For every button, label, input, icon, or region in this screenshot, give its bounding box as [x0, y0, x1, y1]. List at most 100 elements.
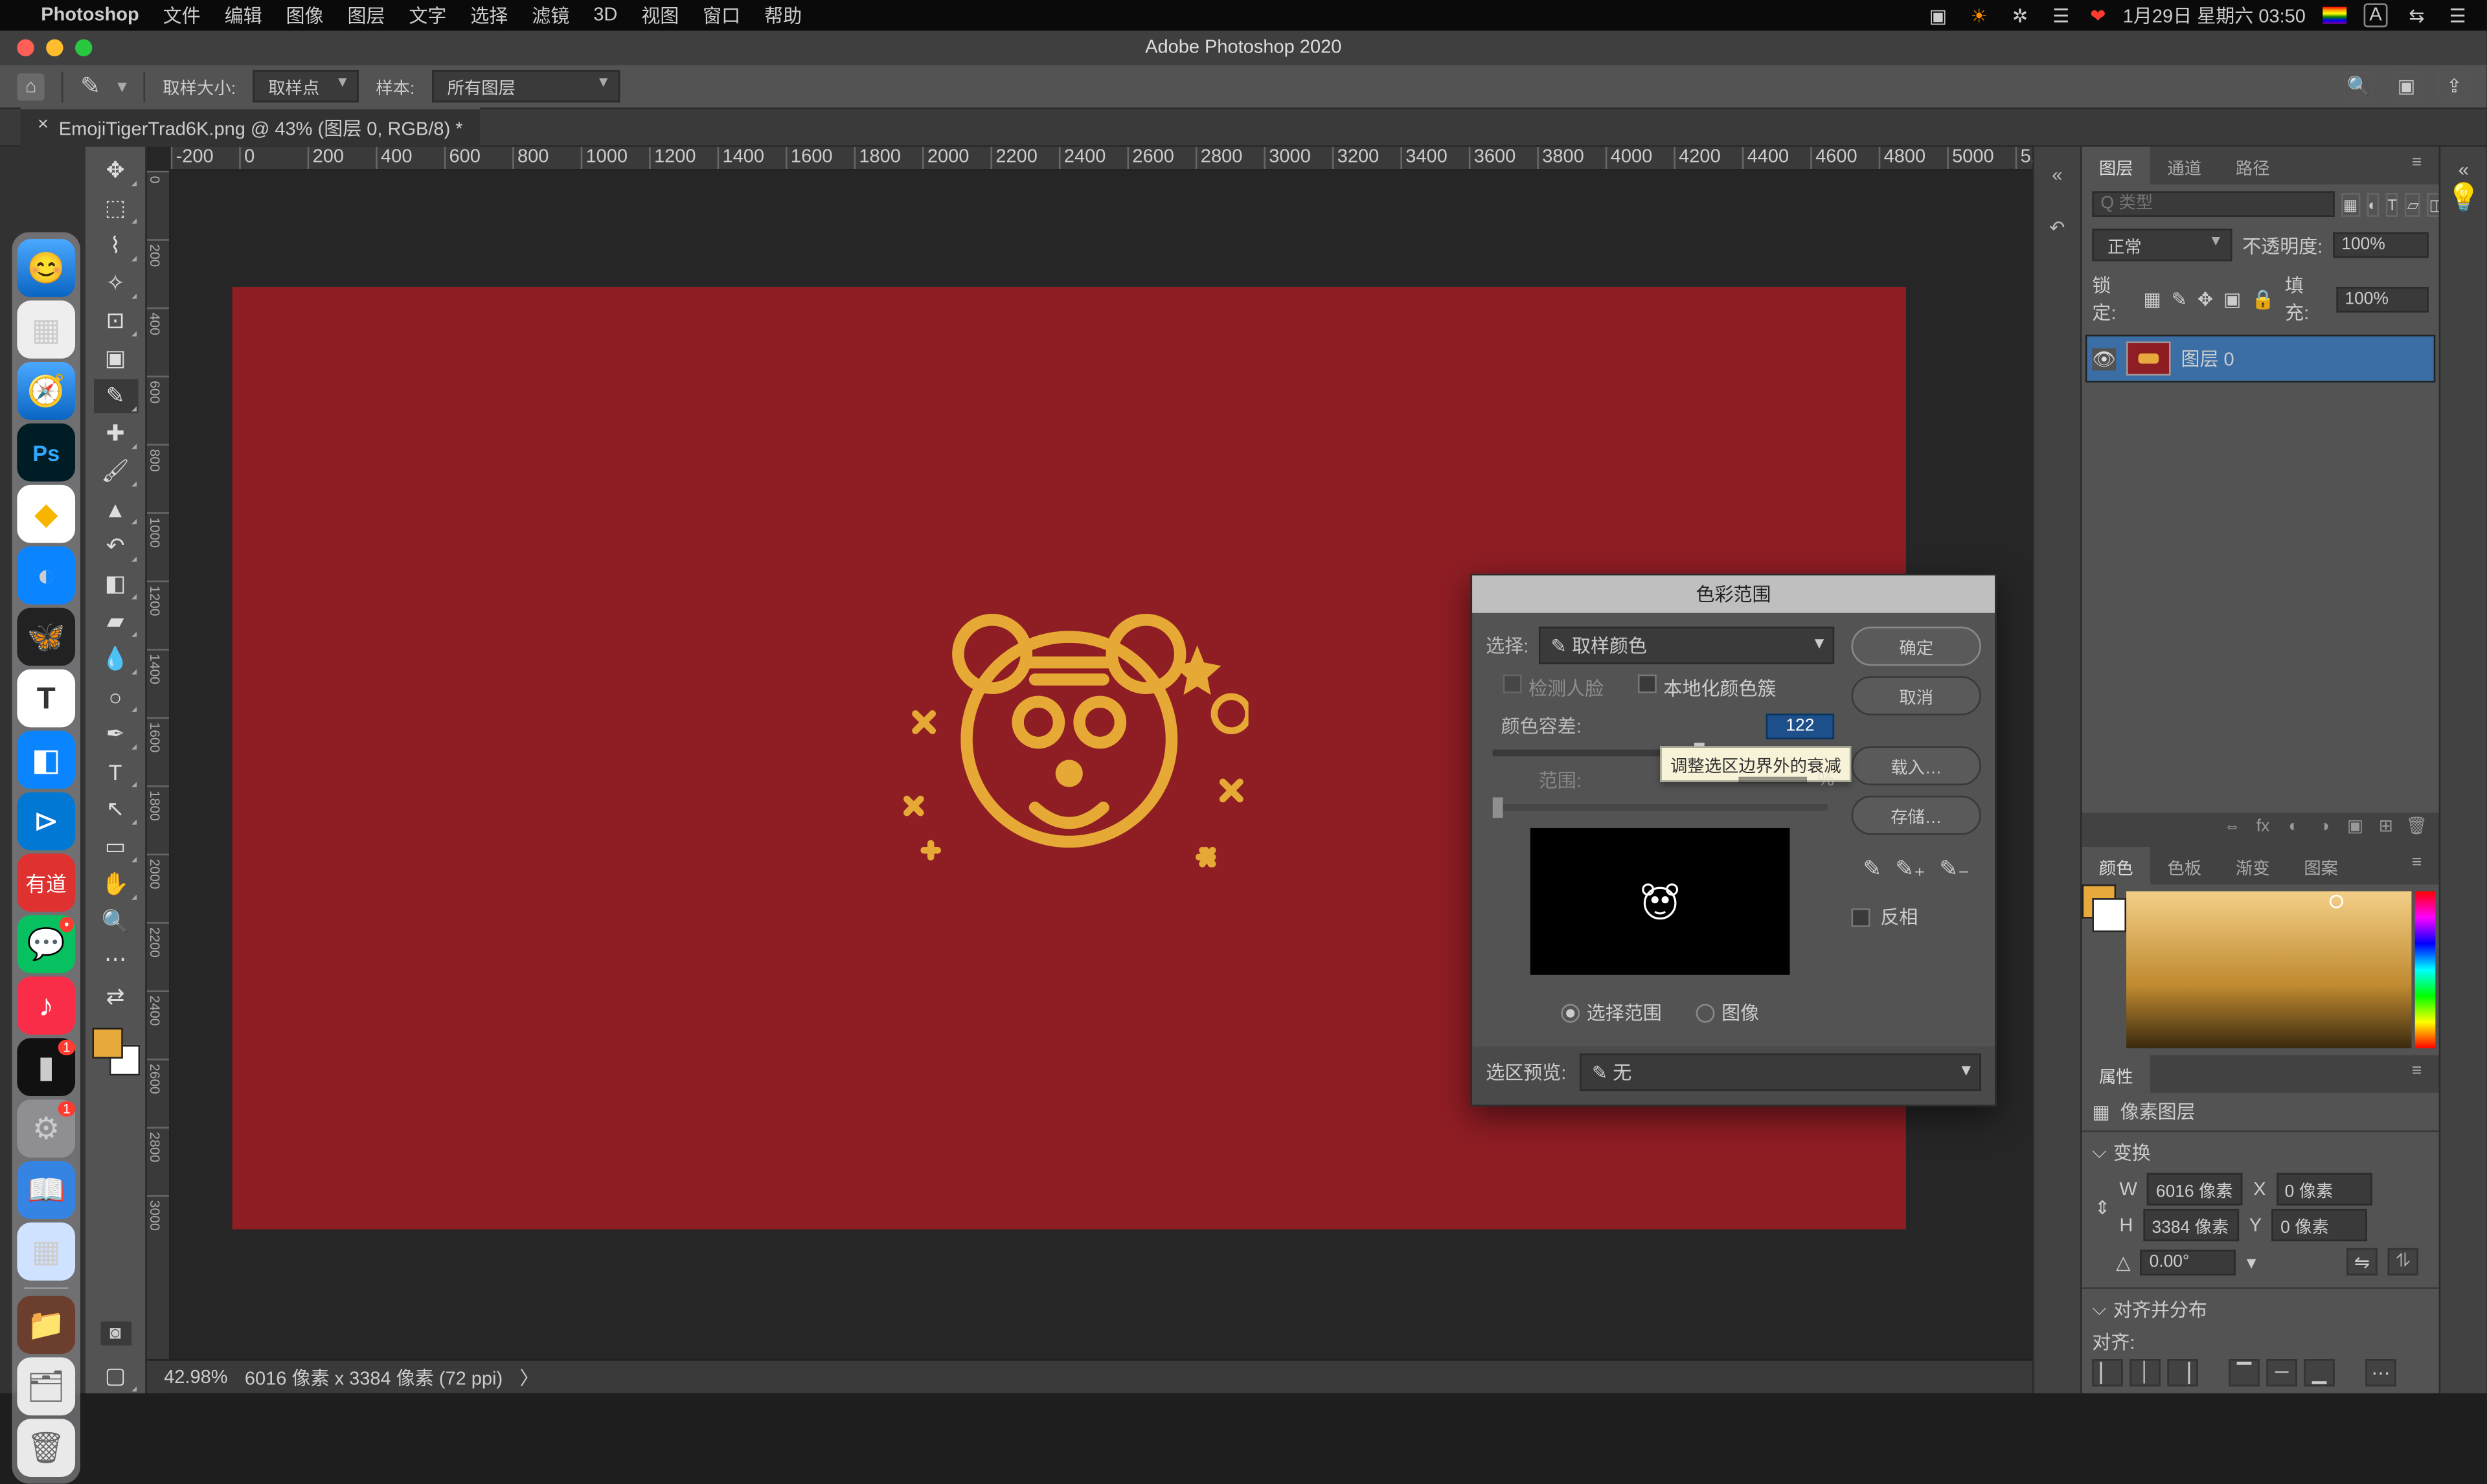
angle-input[interactable]: 0.00° — [2141, 1249, 2236, 1275]
window-zoom[interactable] — [75, 39, 92, 56]
dock-music[interactable]: ♪ — [17, 976, 75, 1035]
expand-right-icon[interactable]: « — [2459, 161, 2469, 181]
share-icon[interactable]: ⇪ — [2439, 71, 2470, 101]
tool-more[interactable]: ⋯ — [93, 943, 138, 977]
eyedropper-icon[interactable]: ✎ — [1863, 855, 1881, 883]
dock-finder[interactable]: 😊 — [17, 239, 75, 297]
props-menu-icon[interactable]: ≡ — [2394, 1055, 2438, 1093]
align-right-icon[interactable]: ▕ — [2167, 1359, 2197, 1386]
tab-close-icon[interactable]: × — [38, 115, 49, 142]
eyedropper-add-icon[interactable]: ✎₊ — [1895, 855, 1925, 883]
quick-mask[interactable]: ◙ — [100, 1321, 130, 1345]
dock-youdao[interactable]: 有道 — [17, 854, 75, 912]
align-hcenter-icon[interactable]: │ — [2129, 1359, 2160, 1386]
menu-file[interactable]: 文件 — [163, 2, 201, 29]
menu-select[interactable]: 选择 — [470, 2, 508, 29]
transform-chevron-icon[interactable]: ⌵ — [2092, 1141, 2106, 1164]
bulb-icon[interactable]: 💡 — [2447, 181, 2481, 216]
tool-zoom[interactable]: 🔍 — [93, 905, 138, 939]
layer-visibility-icon[interactable]: 👁 — [2092, 348, 2116, 370]
layer-search[interactable] — [2092, 191, 2334, 217]
dock-stack[interactable]: 🗂 — [17, 1357, 75, 1415]
menu-window[interactable]: 窗口 — [703, 2, 740, 29]
dock-vscode[interactable]: ⊳ — [17, 793, 75, 851]
panel-menu-icon[interactable]: ≡ — [2394, 147, 2438, 185]
cancel-button[interactable]: 取消 — [1852, 676, 1981, 715]
dock-text[interactable]: T — [17, 669, 75, 728]
menubar-icon-1[interactable]: ▣ — [1926, 3, 1950, 27]
menu-type[interactable]: 文字 — [409, 2, 446, 29]
load-button[interactable]: 载入… — [1852, 746, 1981, 785]
flip-h-icon[interactable]: ⇋ — [2346, 1248, 2377, 1276]
filter-type-icon[interactable]: T — [2386, 192, 2399, 216]
tool-swap-fgbg[interactable]: ⇄ — [93, 980, 138, 1015]
dock-safari[interactable]: 🧭 — [17, 362, 75, 420]
tool-marquee[interactable]: ⬚ — [93, 191, 138, 225]
expand-panels-icon[interactable]: « — [2042, 161, 2072, 191]
invert-checkbox[interactable] — [1852, 908, 1870, 927]
tool-eraser[interactable]: ◧ — [93, 567, 138, 601]
menubar-date[interactable]: 1月29日 星期六 03:50 — [2123, 2, 2306, 29]
color-tab[interactable]: 颜色 — [2082, 847, 2150, 884]
dock-wechat[interactable]: 💬• — [17, 915, 75, 973]
tool-stamp[interactable]: ▲ — [93, 491, 138, 526]
lock-paint-icon[interactable]: ✎ — [2172, 287, 2187, 309]
tool-frame[interactable]: ▣ — [93, 341, 138, 376]
doc-dimensions[interactable]: 6016 像素 x 3384 像素 (72 ppi) — [245, 1364, 503, 1391]
tool-brush[interactable]: 🖌 — [93, 454, 138, 488]
search-icon[interactable]: 🔍 — [2343, 71, 2374, 101]
dock-photoshop[interactable]: Ps — [17, 423, 75, 482]
save-button[interactable]: 存储… — [1852, 796, 1981, 835]
properties-tab[interactable]: 属性 — [2082, 1055, 2150, 1093]
menubar-sun-icon[interactable]: ☀ — [1967, 3, 1991, 27]
menu-layer[interactable]: 图层 — [347, 2, 385, 29]
fgbg-swatch[interactable] — [91, 1028, 139, 1075]
dock-launchpad[interactable]: ▦ — [17, 300, 75, 359]
radio-image[interactable]: 图像 — [1696, 999, 1760, 1026]
app-name[interactable]: Photoshop — [41, 5, 139, 26]
menu-filter[interactable]: 滤镜 — [532, 2, 569, 29]
dock-app-blue[interactable]: ◧ — [17, 731, 75, 789]
window-minimize[interactable] — [46, 39, 63, 56]
window-close[interactable] — [17, 39, 34, 56]
dock-app-book[interactable]: 📖 — [17, 1161, 75, 1219]
dock-folder[interactable]: 📁 — [17, 1296, 75, 1354]
radio-selection[interactable]: 选择范围 — [1561, 999, 1662, 1026]
gradients-tab[interactable]: 渐变 — [2218, 847, 2286, 884]
align-left-icon[interactable]: ▏ — [2092, 1359, 2122, 1386]
menubar-lang-icon[interactable]: A — [2364, 3, 2388, 27]
eyedropper-tool-icon[interactable]: ✎ — [80, 72, 100, 101]
tool-shape[interactable]: ▭ — [93, 830, 138, 864]
adjustment-icon[interactable]: ◑ — [2312, 818, 2336, 842]
home-button[interactable]: ⌂ — [17, 73, 44, 100]
delete-layer-icon[interactable]: 🗑 — [2405, 818, 2429, 842]
tool-type[interactable]: T — [93, 755, 138, 789]
menubar-heart-icon[interactable]: ❤ — [2090, 5, 2106, 27]
align-chevron-icon[interactable]: ⌵ — [2092, 1298, 2106, 1320]
tool-lasso[interactable]: ⌇ — [93, 229, 138, 263]
menu-image[interactable]: 图像 — [286, 2, 324, 29]
tool-dodge[interactable]: ○ — [93, 680, 138, 714]
hue-slider[interactable] — [2415, 892, 2436, 1049]
tool-history[interactable]: ↶ — [93, 529, 138, 563]
tool-wand[interactable]: ✧ — [93, 266, 138, 300]
zoom-level[interactable]: 42.98% — [164, 1367, 227, 1388]
y-input[interactable]: 0 像素 — [2272, 1209, 2368, 1241]
document-tab[interactable]: × EmojiTigerTrad6K.png @ 43% (图层 0, RGB/… — [21, 107, 480, 147]
filter-shape-icon[interactable]: ▱ — [2405, 192, 2421, 216]
menubar-icon-2[interactable]: ☰ — [2049, 3, 2073, 27]
menu-help[interactable]: 帮助 — [764, 2, 802, 29]
dock-sketch[interactable]: ◆ — [17, 485, 75, 543]
height-input[interactable]: 3384 像素 — [2143, 1209, 2239, 1241]
tool-gradient[interactable]: ▰ — [93, 604, 138, 638]
dock-app-grid[interactable]: ▦ — [17, 1222, 75, 1281]
group-icon[interactable]: ▣ — [2343, 818, 2367, 842]
eyedropper-sub-icon[interactable]: ✎₋ — [1939, 855, 1970, 883]
new-layer-icon[interactable]: ⊞ — [2374, 818, 2398, 842]
swatches-tab[interactable]: 色板 — [2150, 847, 2218, 884]
fill-input[interactable]: 100% — [2336, 286, 2429, 312]
localized-checkbox[interactable] — [1638, 675, 1657, 693]
opacity-input[interactable]: 100% — [2333, 232, 2429, 258]
dock-cleanmymac[interactable]: ◐ — [17, 546, 75, 605]
flip-v-icon[interactable]: ⥮ — [2388, 1248, 2418, 1276]
